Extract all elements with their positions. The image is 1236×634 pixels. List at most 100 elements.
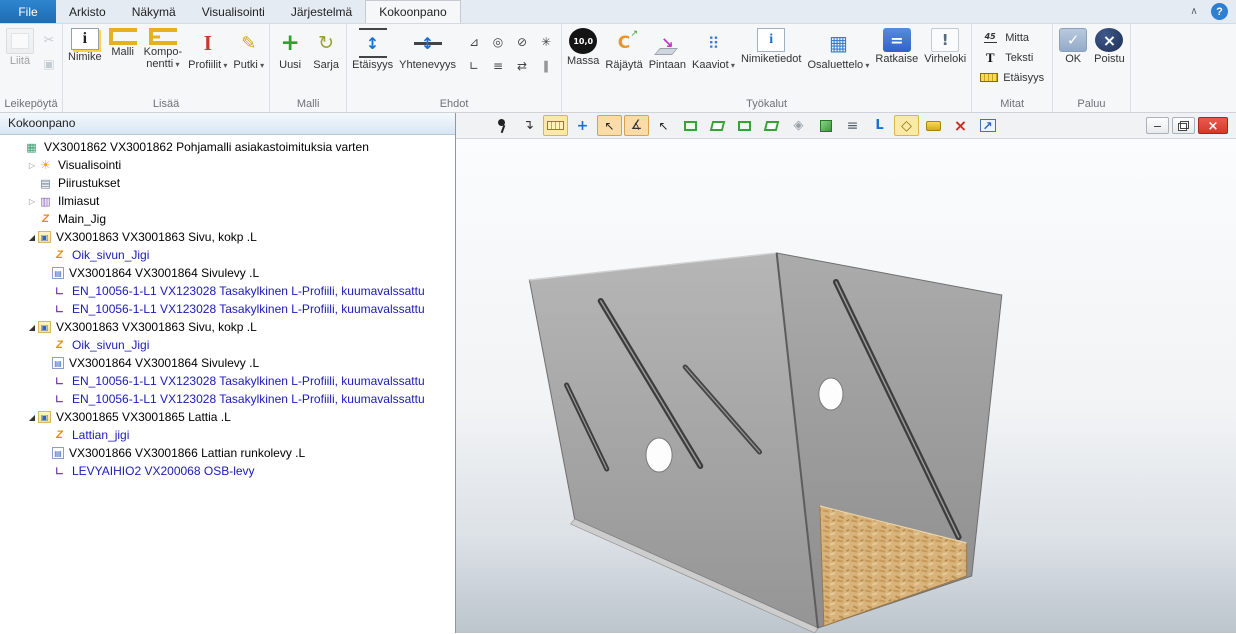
tree-expander-icon[interactable] xyxy=(26,233,38,242)
pick-part-button[interactable] xyxy=(813,115,838,136)
delete-button[interactable]: × xyxy=(948,115,973,136)
tree-expander-icon[interactable] xyxy=(26,323,38,332)
group-label-leikepoyta: Leikepöytä xyxy=(2,97,60,112)
tab-jarjestelma[interactable]: Järjestelmä xyxy=(278,0,365,23)
tree-item-piirustukset[interactable]: Piirustukset xyxy=(0,174,455,192)
fix-constraint-button[interactable]: ✳ xyxy=(535,31,557,53)
nimiketiedot-button[interactable]: Nimiketiedot xyxy=(738,25,805,68)
osaluettelo-button[interactable]: Osaluettelo ▾ xyxy=(804,25,872,74)
right-wall-hole[interactable] xyxy=(819,378,843,410)
tab-strip: ArkistoNäkymäVisualisointiJärjestelmäKok… xyxy=(56,0,461,23)
komponentti-button[interactable]: Kompo- nentti ▾ xyxy=(141,25,186,73)
tree-item-sivu-kokp-1[interactable]: VX3001863 VX3001863 Sivu, kokp .L xyxy=(0,228,455,246)
ok-button[interactable]: OK xyxy=(1055,25,1091,68)
tree-item-root[interactable]: VX3001862 VX3001862 Pohjamalli asiakasto… xyxy=(0,138,455,156)
tree-item-osb-levy[interactable]: LEVYAIHIO2 VX200068 OSB-levy xyxy=(0,462,455,480)
ratkaise-button[interactable]: Ratkaise xyxy=(872,25,921,68)
tree-item-visualisointi[interactable]: Visualisointi xyxy=(0,156,455,174)
tree-expander-icon[interactable] xyxy=(26,161,38,170)
massa-button[interactable]: 10,0 Massa xyxy=(564,25,602,70)
snap-edge-button[interactable]: ↖ xyxy=(597,115,622,136)
pick-solid-button[interactable]: ◈ xyxy=(786,115,811,136)
tab-visualisointi[interactable]: Visualisointi xyxy=(189,0,278,23)
print-button[interactable] xyxy=(921,115,946,136)
parallel-constraint-button[interactable]: ∥ xyxy=(535,55,557,77)
cut-button[interactable] xyxy=(38,29,60,51)
pin-button[interactable] xyxy=(489,115,514,136)
virheloki-button[interactable]: Virheloki xyxy=(921,25,969,68)
tree-item-main-jig[interactable]: Main_Jig xyxy=(0,210,455,228)
malli-button[interactable]: Malli xyxy=(105,25,141,61)
tree-expander-icon[interactable] xyxy=(26,413,38,422)
mitta-button[interactable]: Mitta xyxy=(980,29,1044,46)
tree-expander-icon[interactable] xyxy=(26,197,38,206)
layers-button[interactable]: L xyxy=(867,115,892,136)
left-wall-panel[interactable] xyxy=(529,253,817,628)
copy-button[interactable] xyxy=(38,53,60,75)
tree-item-sivulevy-1[interactable]: VX3001864 VX3001864 Sivulevy .L xyxy=(0,264,455,282)
model-viewport: ↴+↖∡↖◈≡L◇×↗ xyxy=(456,113,1236,633)
close-icon xyxy=(1208,117,1219,135)
tree-item-profiili-1b[interactable]: EN_10056-1-L1 VX123028 Tasakylkinen L-Pr… xyxy=(0,300,455,318)
pick-plane-button[interactable] xyxy=(705,115,730,136)
help-icon[interactable] xyxy=(1211,3,1228,20)
snap-angle-button[interactable]: ∡ xyxy=(624,115,649,136)
sarja-button[interactable]: Sarja xyxy=(308,25,344,74)
tree-item-runkolevy[interactable]: VX3001866 VX3001866 Lattian runkolevy .L xyxy=(0,444,455,462)
yhtenevyys-button[interactable]: Yhtenevyys xyxy=(396,25,459,74)
tree-item-sivulevy-2[interactable]: VX3001864 VX3001864 Sivulevy .L xyxy=(0,354,455,372)
tangent-constraint-button[interactable]: ⊘ xyxy=(511,31,533,53)
tab-file[interactable]: File xyxy=(0,0,56,23)
profiilit-button[interactable]: Profiilit ▾ xyxy=(185,25,230,74)
snap-point-button[interactable]: + xyxy=(570,115,595,136)
uusi-button[interactable]: Uusi xyxy=(272,25,308,74)
detach-view-button[interactable]: ↴ xyxy=(516,115,541,136)
clip-plane-button[interactable]: ◇ xyxy=(894,115,919,136)
profile-icon xyxy=(52,284,67,298)
teksti-button[interactable]: Teksti xyxy=(980,49,1044,66)
tree-item-oik-sivun-jigi-2[interactable]: Oik_sivun_Jigi xyxy=(0,336,455,354)
tree-item-profiili-2b[interactable]: EN_10056-1-L1 VX123028 Tasakylkinen L-Pr… xyxy=(0,390,455,408)
tree-item-lattian-jigi[interactable]: Lattian_jigi xyxy=(0,426,455,444)
cut-icon xyxy=(44,33,55,48)
collapse-ribbon-icon[interactable] xyxy=(1185,4,1203,20)
equal-constraint-button[interactable]: ≡ xyxy=(487,55,509,77)
model-list-button[interactable]: ≡ xyxy=(840,115,865,136)
assembly-panel: Kokoonpano VX3001862 VX3001862 Pohjamall… xyxy=(0,113,456,633)
tree-item-lattia[interactable]: VX3001865 VX3001865 Lattia .L xyxy=(0,408,455,426)
concentric-constraint-button[interactable]: ◎ xyxy=(487,31,509,53)
restore-button[interactable] xyxy=(1172,117,1195,134)
3d-scene[interactable] xyxy=(456,139,1236,633)
export-view-button[interactable]: ↗ xyxy=(975,115,1000,136)
etaisyys-ehto-button[interactable]: Etäisyys xyxy=(349,25,396,74)
left-wall-hole[interactable] xyxy=(646,438,672,472)
tab-arkisto[interactable]: Arkisto xyxy=(56,0,119,23)
minimize-button[interactable] xyxy=(1146,117,1169,134)
paste-button[interactable]: Liitä xyxy=(2,25,38,69)
poistu-button[interactable]: Poistu xyxy=(1091,25,1128,68)
measure-button[interactable] xyxy=(543,115,568,136)
tree-item-sivu-kokp-2[interactable]: VX3001863 VX3001863 Sivu, kokp .L xyxy=(0,318,455,336)
constraint-icon: ◎ xyxy=(493,35,503,49)
pick-loop-button[interactable] xyxy=(732,115,757,136)
tab-kokoonpano[interactable]: Kokoonpano xyxy=(365,0,460,23)
pintaan-button[interactable]: Pintaan xyxy=(646,25,689,74)
rajayta-button[interactable]: Räjäytä xyxy=(602,25,645,74)
tree-item-profiili-2a[interactable]: EN_10056-1-L1 VX123028 Tasakylkinen L-Pr… xyxy=(0,372,455,390)
putki-button[interactable]: Putki ▾ xyxy=(230,25,267,74)
corner-constraint-button[interactable]: ∟ xyxy=(463,55,485,77)
nimike-button[interactable]: Nimike xyxy=(65,25,105,66)
angle-constraint-button[interactable]: ⊿ xyxy=(463,31,485,53)
select-cursor-button[interactable]: ↖ xyxy=(651,115,676,136)
tree-item-profiili-1a[interactable]: EN_10056-1-L1 VX123028 Tasakylkinen L-Pr… xyxy=(0,282,455,300)
tab-nakyma[interactable]: Näkymä xyxy=(119,0,189,23)
part-icon xyxy=(52,267,64,279)
tree-item-ilmiasut[interactable]: Ilmiasut xyxy=(0,192,455,210)
direction-constraint-button[interactable]: ⇄ xyxy=(511,55,533,77)
kaaviot-button[interactable]: Kaaviot ▾ xyxy=(689,25,738,74)
pick-face-button[interactable] xyxy=(678,115,703,136)
tree-item-oik-sivun-jigi-1[interactable]: Oik_sivun_Jigi xyxy=(0,246,455,264)
etaisyys-mitta-button[interactable]: Etäisyys xyxy=(980,69,1044,86)
close-button[interactable] xyxy=(1198,117,1228,134)
pick-region-button[interactable] xyxy=(759,115,784,136)
